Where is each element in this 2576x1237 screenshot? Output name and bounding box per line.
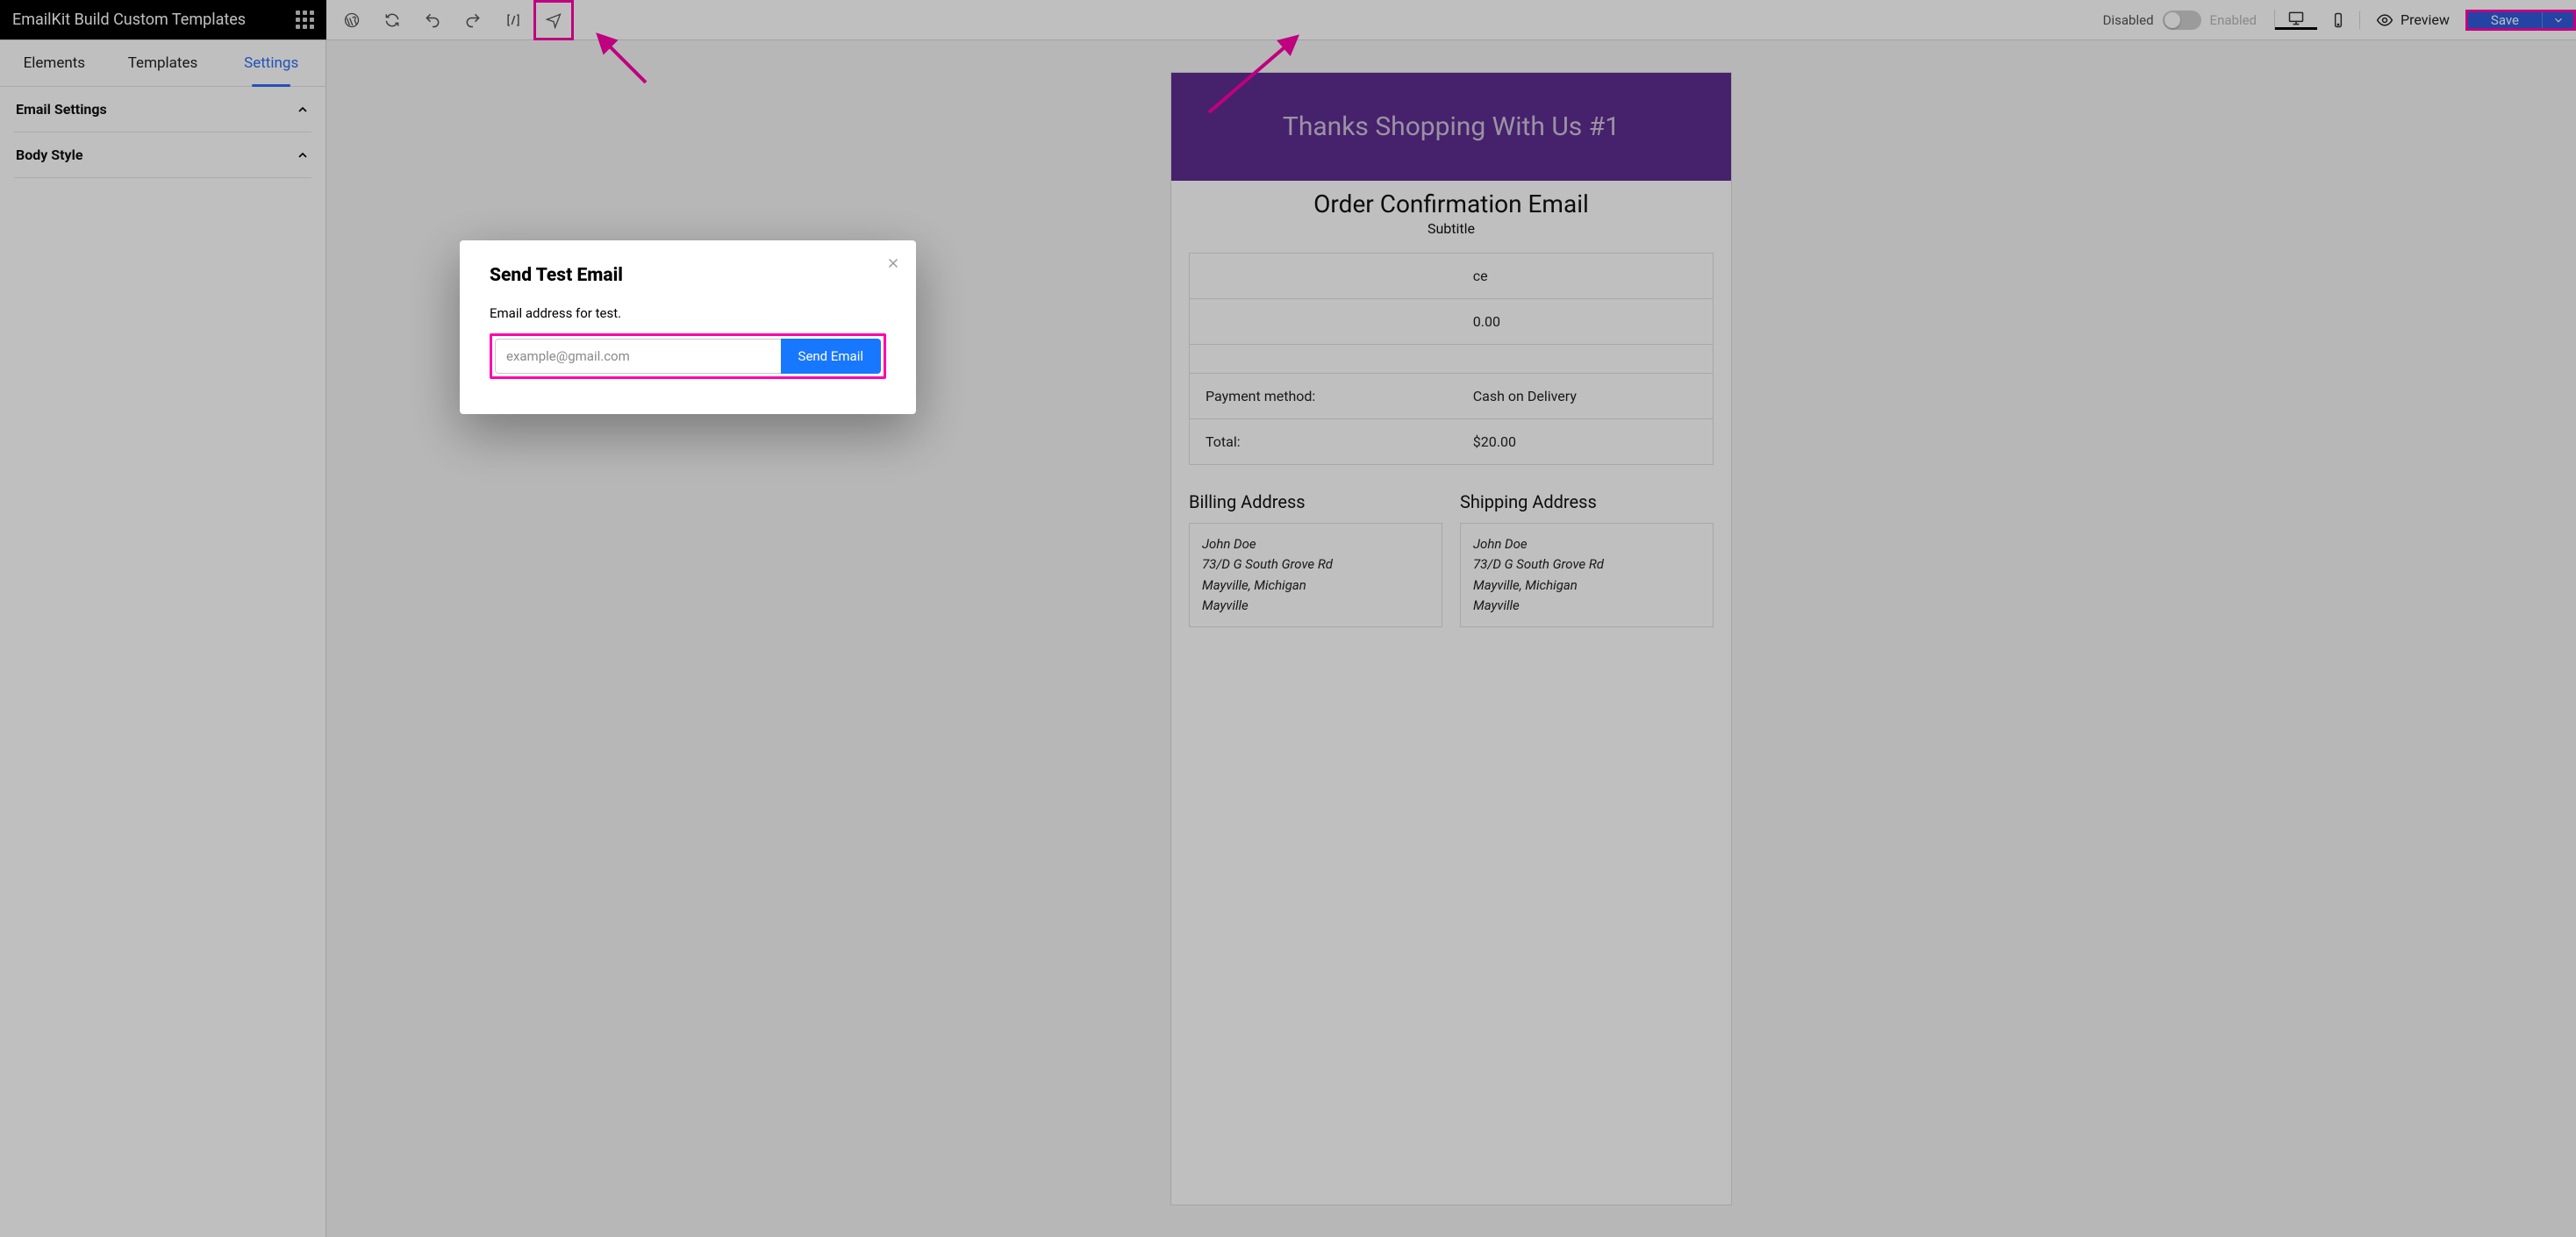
close-icon [885, 255, 901, 271]
test-email-input[interactable] [495, 339, 781, 374]
modal-input-row: Send Email [490, 333, 886, 379]
close-modal-button[interactable] [883, 253, 904, 274]
send-email-button[interactable]: Send Email [781, 339, 881, 374]
modal-label: Email address for test. [490, 305, 886, 321]
send-test-email-modal: Send Test Email Email address for test. … [460, 240, 916, 414]
modal-title: Send Test Email [490, 265, 886, 286]
modal-overlay[interactable] [0, 0, 2576, 1237]
